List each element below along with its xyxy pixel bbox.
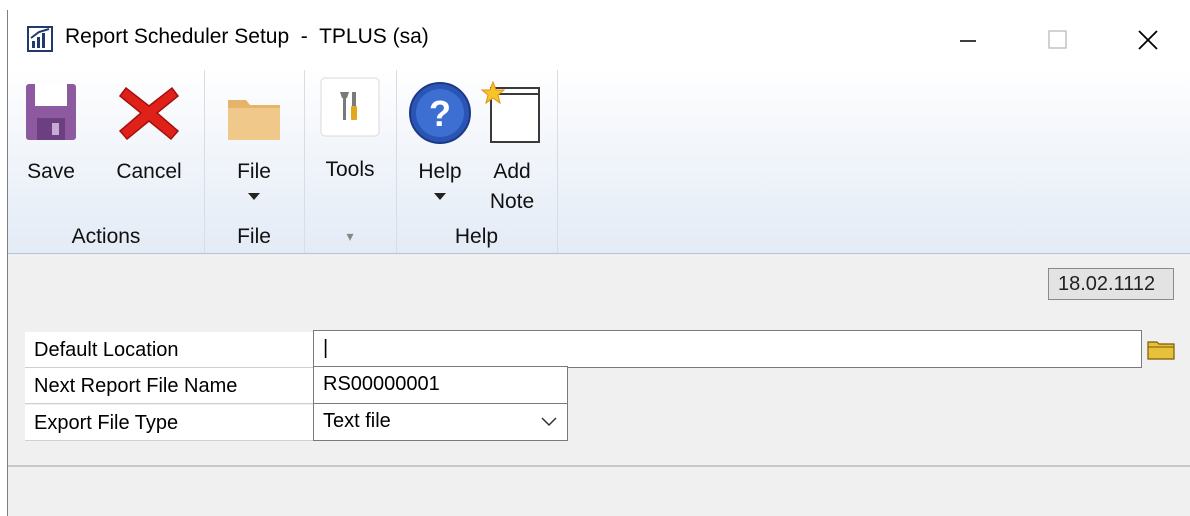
- next-report-file-name-value: RS00000001: [323, 373, 440, 395]
- export-file-type-value: Text file: [323, 410, 391, 432]
- help-label: Help: [418, 160, 462, 183]
- default-location-input[interactable]: |: [313, 330, 1142, 368]
- app-icon: [27, 26, 53, 52]
- default-location-value: |: [323, 337, 329, 359]
- cancel-icon: [118, 86, 180, 141]
- ribbon-group-actions: Save Cancel Actions: [8, 70, 205, 253]
- add-note-button[interactable]: Add Note: [476, 80, 548, 217]
- add-note-label-line2: Note: [489, 190, 535, 213]
- help-icon: ?: [409, 82, 471, 144]
- add-note-icon: [480, 80, 540, 143]
- save-button[interactable]: Save: [22, 80, 80, 187]
- ribbon-group-file: File File: [204, 70, 305, 253]
- file-button[interactable]: File: [218, 80, 290, 200]
- window: Report Scheduler Setup - TPLUS (sa) Save: [7, 10, 1190, 516]
- next-report-file-name-label: Next Report File Name: [25, 368, 313, 404]
- default-location-label: Default Location: [25, 332, 313, 368]
- save-icon: [26, 84, 76, 140]
- tools-group-expand-button[interactable]: ▾: [304, 228, 396, 245]
- group-label-actions: Actions: [71, 225, 141, 248]
- tools-label: Tools: [325, 158, 375, 181]
- minimize-icon: [960, 40, 976, 42]
- window-title: Report Scheduler Setup - TPLUS (sa): [65, 25, 429, 48]
- version-field: 18.02.1112: [1048, 268, 1174, 300]
- browse-folder-button[interactable]: [1142, 330, 1180, 368]
- export-file-type-label: Export File Type: [25, 405, 313, 441]
- divider: [8, 465, 1190, 467]
- chevron-down-icon: [248, 193, 260, 200]
- minimize-button[interactable]: [933, 10, 1003, 70]
- group-label-help: Help: [454, 225, 499, 248]
- folder-icon: [228, 100, 280, 140]
- ribbon-group-help: ? Help Add Note Help: [396, 70, 558, 253]
- chevron-down-icon: [434, 193, 446, 200]
- export-file-type-select[interactable]: Text file: [313, 403, 568, 441]
- close-icon: [1138, 30, 1158, 50]
- cancel-label: Cancel: [116, 160, 182, 183]
- svg-text:?: ?: [429, 93, 451, 134]
- maximize-button[interactable]: [1023, 10, 1093, 70]
- close-button[interactable]: [1113, 10, 1183, 70]
- cancel-button[interactable]: Cancel: [108, 80, 190, 187]
- tools-icon: [320, 77, 380, 137]
- title-bar: Report Scheduler Setup - TPLUS (sa): [8, 10, 1190, 70]
- chevron-down-icon: [541, 417, 557, 427]
- save-label: Save: [27, 160, 75, 183]
- file-label: File: [237, 160, 271, 183]
- ribbon: Save Cancel Actions File File Tools ▾ ? …: [8, 70, 1190, 254]
- browse-folder-icon: [1147, 341, 1175, 360]
- group-label-file: File: [237, 225, 271, 248]
- next-report-file-name-input[interactable]: RS00000001: [313, 366, 568, 404]
- ribbon-group-tools: Tools ▾: [304, 70, 397, 253]
- maximize-icon: [1048, 30, 1067, 49]
- add-note-label-line1: Add: [493, 160, 531, 183]
- tools-button[interactable]: Tools: [314, 76, 386, 185]
- help-button[interactable]: ? Help: [406, 80, 474, 200]
